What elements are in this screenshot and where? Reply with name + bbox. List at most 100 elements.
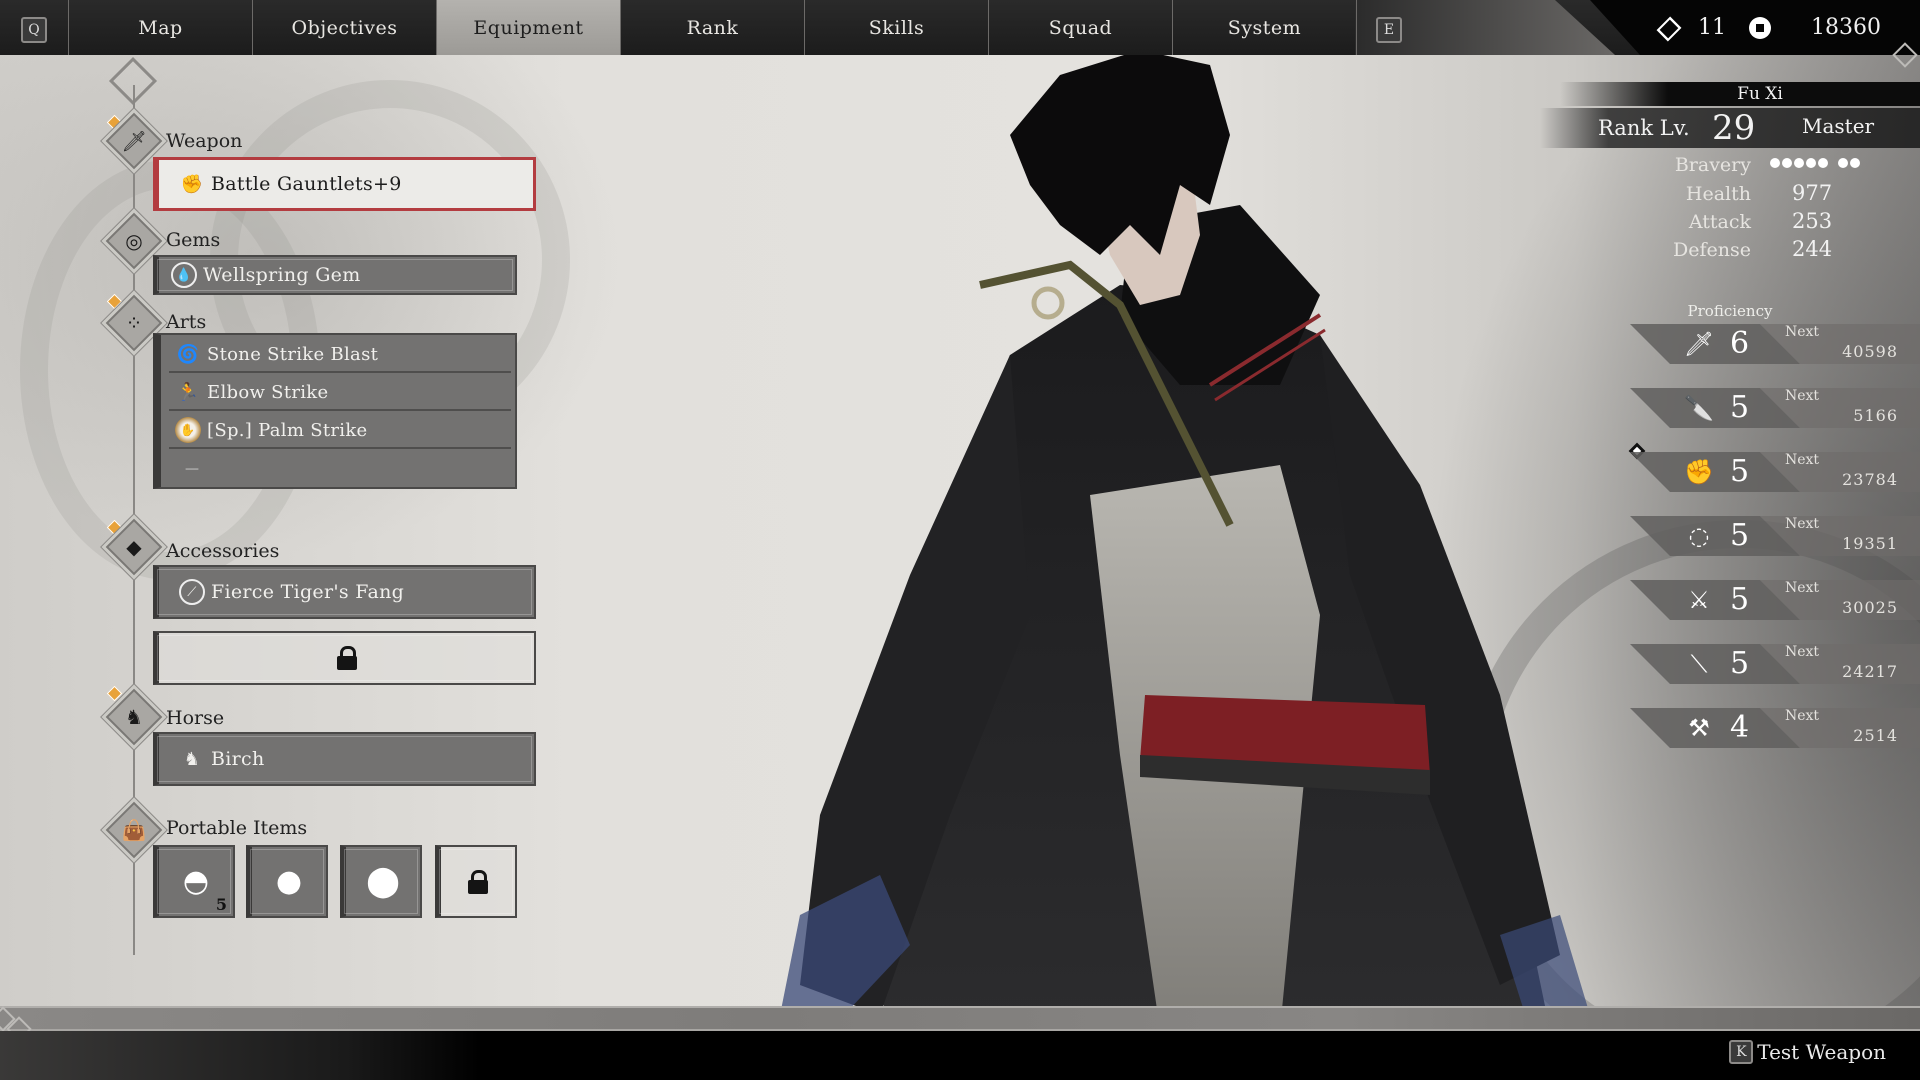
lock-icon	[468, 869, 488, 894]
gem-name: Wellspring Gem	[203, 264, 361, 286]
sword-icon: 🗡	[1683, 330, 1715, 358]
footer-bar	[0, 1031, 1920, 1080]
bun-icon: ◓	[182, 864, 210, 899]
stat-value-health: 977	[1792, 181, 1833, 205]
lock-icon	[336, 646, 357, 670]
accessories-section-label: Accessories	[166, 540, 280, 562]
bravery-pip	[1770, 158, 1780, 168]
arts-section-label: Arts	[166, 311, 207, 333]
art-name: Elbow Strike	[207, 381, 329, 403]
rank-label: Rank Lv.	[1598, 116, 1690, 140]
diamond-icon	[1660, 17, 1674, 39]
arts-list: 🌀 Stone Strike Blast 🏃 Elbow Strike ✋ [S…	[153, 333, 517, 489]
tab-map[interactable]: Map	[68, 0, 252, 55]
charm-icon: ◆	[126, 535, 142, 559]
blade-icon: 🔪	[1684, 394, 1714, 422]
stat-label-attack: Attack	[1688, 211, 1751, 233]
proficiency-next-label: Next	[1785, 644, 1820, 660]
art-slot-empty[interactable]: —	[169, 451, 511, 487]
sword-icon: 🗡	[121, 129, 147, 153]
accessory-slot[interactable]: ⟋ Fierce Tiger's Fang	[153, 565, 536, 619]
proficiency-next-exp: 19351	[1842, 534, 1898, 553]
proficiency-next-label: Next	[1785, 388, 1820, 404]
proficiency-level: 5	[1730, 582, 1750, 617]
horse-head-icon: ♞	[183, 748, 201, 770]
horse-section-label: Horse	[166, 707, 225, 729]
character-model	[780, 55, 1590, 1030]
proficiency-level: 5	[1730, 454, 1750, 489]
rank-bar: Rank Lv. 29 Master	[1540, 108, 1920, 148]
tab-divider	[1356, 0, 1357, 55]
accessory-slot-locked[interactable]	[153, 631, 536, 685]
art-slot[interactable]: 🌀 Stone Strike Blast	[169, 337, 511, 373]
proficiency-next-exp: 5166	[1853, 406, 1898, 425]
proficiency-next-label: Next	[1785, 708, 1820, 724]
stat-value-defense: 244	[1792, 237, 1833, 261]
proficiency-next-exp: 40598	[1842, 342, 1898, 361]
proficiency-next-label: Next	[1785, 452, 1820, 468]
gem-count: 11	[1698, 15, 1726, 40]
next-tab-key-e[interactable]: E	[1376, 17, 1402, 43]
stat-value-attack: 253	[1792, 209, 1833, 233]
portable-item-slot[interactable]: ●	[246, 845, 328, 918]
tab-rank[interactable]: Rank	[620, 0, 804, 55]
horse-slot[interactable]: ♞ Birch	[153, 732, 536, 786]
portable-item-slot[interactable]: ◓ 5	[153, 845, 235, 918]
proficiency-next-label: Next	[1785, 324, 1820, 340]
proficiency-row: ◌ 5 Next 19351	[1630, 516, 1920, 556]
key-k: K	[1729, 1040, 1754, 1064]
swirl-icon: ◎	[125, 229, 143, 253]
bravery-pip	[1818, 158, 1828, 168]
empty-dash: —	[185, 461, 200, 477]
tab-skills[interactable]: Skills	[804, 0, 988, 55]
water-drop-icon: 💧	[171, 262, 197, 288]
stat-label-bravery: Bravery	[1674, 154, 1751, 176]
running-figure-icon: 🏃	[176, 381, 200, 403]
gem-slot[interactable]: 💧 Wellspring Gem	[153, 255, 517, 295]
rank-level: 29	[1712, 108, 1756, 148]
bag-icon: 👜	[121, 818, 147, 842]
bravery-pip	[1806, 158, 1816, 168]
art-slot[interactable]: ✋ [Sp.] Palm Strike	[169, 413, 511, 449]
tab-squad[interactable]: Squad	[988, 0, 1172, 55]
palm-icon: ✋	[175, 417, 201, 443]
gauntlet-icon: ✊	[180, 173, 204, 195]
bravery-pip	[1794, 158, 1804, 168]
proficiency-level: 5	[1730, 518, 1750, 553]
coin-currency	[1749, 0, 1771, 55]
weapon-slot[interactable]: ✊ Battle Gauntlets+9	[153, 157, 536, 211]
item-count: 5	[215, 895, 227, 914]
whirlwind-icon: 🌀	[176, 343, 200, 365]
axe-icon: ⚒	[1688, 714, 1710, 742]
gems-section-label: Gems	[166, 229, 221, 251]
proficiency-row: ⟍ 5 Next 24217	[1630, 644, 1920, 684]
proficiency-next-label: Next	[1785, 516, 1820, 532]
test-weapon-label: Test Weapon	[1757, 1040, 1886, 1064]
proficiency-next-exp: 23784	[1842, 470, 1898, 489]
pouch-icon: ●	[275, 864, 303, 899]
bravery-pips	[1770, 158, 1860, 168]
tab-system[interactable]: System	[1172, 0, 1356, 55]
proficiency-next-exp: 24217	[1842, 662, 1898, 681]
proficiency-next-exp: 2514	[1853, 726, 1898, 745]
proficiency-next-label: Next	[1785, 580, 1820, 596]
portable-item-slot[interactable]: ⬤	[340, 845, 422, 918]
art-slot[interactable]: 🏃 Elbow Strike	[169, 375, 511, 411]
sabre-icon: ⚔	[1688, 586, 1710, 614]
tab-objectives[interactable]: Objectives	[252, 0, 436, 55]
portable-item-slot-locked[interactable]	[435, 845, 517, 918]
proficiency-level: 5	[1730, 390, 1750, 425]
coin-count: 18360	[1811, 15, 1881, 40]
horse-icon: ♞	[125, 705, 143, 729]
test-weapon-button[interactable]: K Test Weapon	[1729, 1040, 1886, 1064]
proficiency-row: ⚒ 4 Next 2514	[1630, 708, 1920, 748]
coin-icon	[1749, 16, 1771, 39]
proficiency-title: Proficiency	[1687, 302, 1773, 320]
bravery-pip	[1850, 158, 1860, 168]
tab-equipment[interactable]: Equipment	[436, 0, 620, 55]
gauntlet-icon: ✊	[1684, 458, 1714, 486]
proficiency-level: 6	[1730, 326, 1750, 361]
fang-icon: ⟋	[179, 579, 205, 605]
four-dots-icon: ⁘	[125, 311, 143, 335]
prev-tab-key-q[interactable]: Q	[21, 17, 47, 43]
